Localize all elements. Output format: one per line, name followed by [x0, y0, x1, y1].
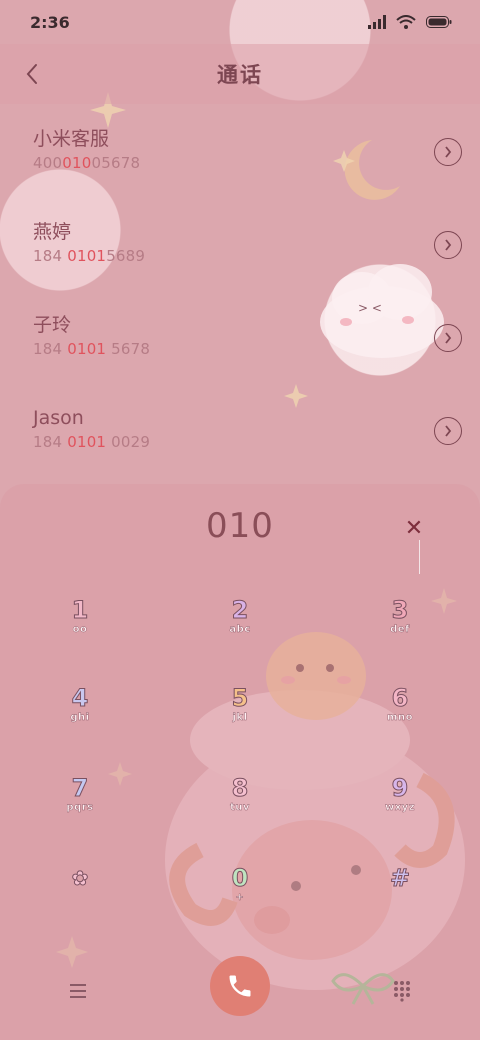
key-letters: def	[390, 624, 410, 635]
call-button[interactable]	[210, 956, 270, 1016]
key-letters: +	[235, 892, 245, 903]
contact-detail-button[interactable]	[434, 324, 462, 352]
key-0[interactable]: 0 +	[180, 864, 300, 934]
menu-button[interactable]	[66, 980, 90, 1002]
ribbon-icon	[331, 973, 395, 1005]
key-letters: tuv	[230, 802, 250, 813]
contact-detail-button[interactable]	[434, 138, 462, 166]
chevron-right-icon	[445, 425, 452, 437]
contact-number: 184 0101 0029	[33, 433, 151, 451]
phone-icon	[229, 975, 251, 997]
key-letters: mno	[387, 712, 413, 723]
key-1[interactable]: 1 oo	[20, 596, 140, 666]
page-title: 通话	[217, 63, 263, 87]
key-3[interactable]: 3 def	[340, 596, 460, 666]
key-6[interactable]: 6 mno	[340, 684, 460, 754]
key-8[interactable]: 8 tuv	[180, 774, 300, 844]
key-digit: 9	[391, 774, 409, 803]
key-letters: pqrs	[66, 802, 94, 813]
back-button[interactable]	[14, 56, 50, 92]
key-letters: oo	[72, 624, 88, 635]
delete-button[interactable]: ✕	[398, 512, 430, 544]
dialpad-grid-icon	[394, 981, 410, 1002]
key-digit: 1	[71, 596, 89, 625]
match-highlight: 0101	[67, 433, 107, 451]
contact-name: 小米客服	[33, 128, 110, 150]
contact-name: Jason	[33, 407, 84, 429]
contact-detail-button[interactable]	[434, 417, 462, 445]
key-9[interactable]: 9 wxyz	[340, 774, 460, 844]
key-7[interactable]: 7 pqrs	[20, 774, 140, 844]
key-letters: jkl	[232, 712, 248, 723]
app-header: 通话	[0, 44, 480, 104]
status-icons	[368, 15, 452, 29]
contact-number: 184 01015689	[33, 247, 146, 265]
delete-icon: ✕	[404, 515, 424, 541]
star-icon: ✿	[71, 866, 89, 891]
text-cursor	[419, 540, 420, 574]
battery-icon	[426, 16, 452, 28]
wifi-icon	[396, 15, 416, 29]
match-highlight: 0101	[67, 340, 107, 358]
key-digit: 7	[71, 774, 89, 803]
contact-detail-button[interactable]	[434, 231, 462, 259]
key-digit: 8	[231, 774, 249, 803]
key-star[interactable]: ✿	[20, 864, 140, 934]
match-highlight: 0101	[67, 247, 107, 265]
key-5[interactable]: 5 jkl	[180, 684, 300, 754]
key-letters: wxyz	[384, 802, 416, 813]
key-hash[interactable]: #	[340, 864, 460, 934]
contact-suggestions: 小米客服 40001005678 燕婷 184 01015689 子玲 184 …	[0, 104, 480, 476]
contact-item[interactable]: 子玲 184 0101 5678	[0, 290, 480, 383]
key-digit: 0	[231, 864, 249, 893]
key-digit: 6	[391, 684, 409, 713]
contact-number: 40001005678	[33, 154, 141, 172]
match-highlight: 010	[62, 154, 92, 172]
chevron-right-icon	[445, 239, 452, 251]
keypad-toggle-button[interactable]	[390, 978, 414, 1002]
key-digit: #	[389, 864, 411, 893]
contact-item[interactable]: 小米客服 40001005678	[0, 104, 480, 197]
key-letters: abc	[229, 624, 251, 635]
contact-number: 184 0101 5678	[33, 340, 151, 358]
menu-icon	[70, 984, 86, 998]
signal-icon	[368, 15, 386, 29]
contact-item[interactable]: 燕婷 184 01015689	[0, 197, 480, 290]
contact-name: 燕婷	[33, 221, 72, 243]
contact-name: 子玲	[33, 314, 72, 336]
status-bar: 2:36	[0, 0, 480, 44]
bottom-action-bar	[0, 940, 480, 1040]
chevron-right-icon	[445, 332, 452, 344]
key-digit: 4	[71, 684, 89, 713]
key-4[interactable]: 4 ghi	[20, 684, 140, 754]
chevron-right-icon	[445, 146, 452, 158]
key-digit: 2	[231, 596, 249, 625]
contact-item[interactable]: Jason 184 0101 0029	[0, 383, 480, 476]
key-digit: 3	[391, 596, 409, 625]
key-2[interactable]: 2 abc	[180, 596, 300, 666]
key-digit: 5	[231, 684, 249, 713]
status-time: 2:36	[30, 12, 70, 32]
key-letters: ghi	[70, 712, 90, 723]
chevron-left-icon	[26, 64, 37, 84]
